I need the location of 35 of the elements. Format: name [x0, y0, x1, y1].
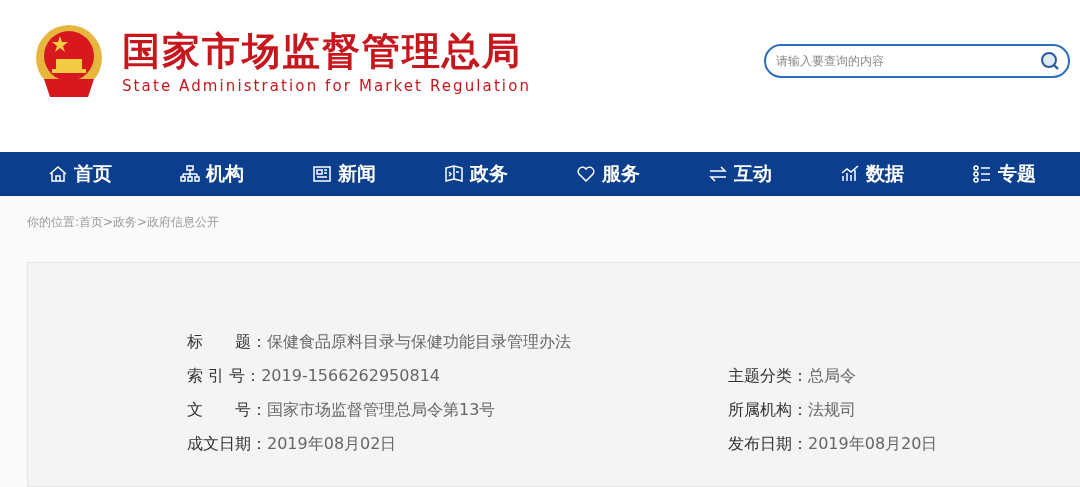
field-value: 2019年08月02日: [267, 433, 397, 453]
field-label: 索 引 号：: [187, 365, 262, 385]
nav-item[interactable]: 数据: [806, 152, 938, 196]
home-icon: [48, 164, 68, 184]
field-value: 2019-1566262950814: [261, 365, 440, 385]
field-value: 总局令: [808, 365, 856, 385]
field-value: 国家市场监督管理总局令第13号: [267, 399, 496, 419]
site-subtitle: State Administration for Market Regulation: [122, 77, 532, 95]
field-label: 所属机构：: [728, 399, 808, 419]
site-title: 国家市场监督管理总局: [122, 29, 523, 73]
field-value: 2019年08月20日: [808, 433, 938, 453]
list-icon: [972, 164, 992, 184]
field-label: 标 题：: [187, 331, 267, 351]
swap-arrows-icon: [708, 164, 728, 184]
org-chart-icon: [180, 164, 200, 184]
breadcrumb: 你的位置:首页>政务>政府信息公开: [27, 215, 220, 229]
newspaper-icon: [312, 164, 332, 184]
field-label: 成文日期：: [187, 433, 267, 453]
nav-item[interactable]: 机构: [146, 152, 278, 196]
field-label: 发布日期：: [728, 433, 808, 453]
nav-item[interactable]: 新闻: [278, 152, 410, 196]
nav-item[interactable]: 首页: [14, 152, 146, 196]
nav-item[interactable]: 政务: [410, 152, 542, 196]
search-field[interactable]: 请输入要查询的内容: [764, 44, 1070, 78]
field-label: 文 号：: [187, 399, 267, 419]
nav-item[interactable]: 服务: [542, 152, 674, 196]
nav-item[interactable]: 专题: [938, 152, 1070, 196]
field-value: 保健食品原料目录与保健功能目录管理办法: [267, 331, 571, 351]
field-label: 主题分类：: [728, 365, 808, 385]
book-icon: [444, 164, 464, 184]
field-value: 法规司: [808, 399, 856, 419]
bar-chart-icon: [840, 164, 860, 184]
search-icon[interactable]: [1040, 51, 1060, 71]
nav-item[interactable]: 互动: [674, 152, 806, 196]
heart-icon: [576, 164, 596, 184]
